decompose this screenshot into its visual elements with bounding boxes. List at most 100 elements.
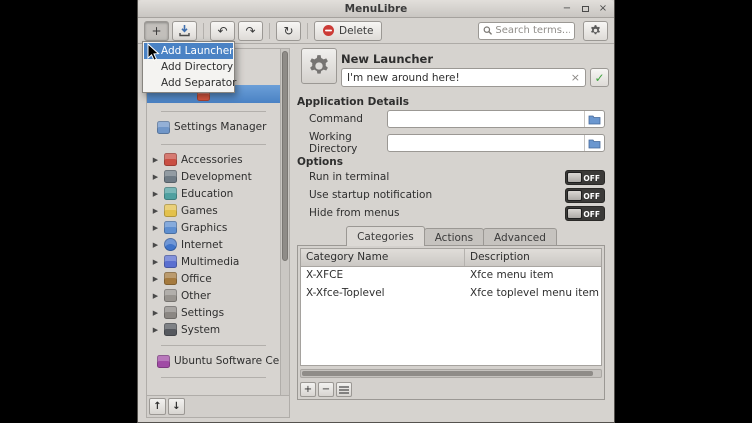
multimedia-icon	[164, 255, 177, 268]
add-category-button[interactable]: +	[300, 382, 316, 397]
sidebar-item-label: Education	[181, 188, 233, 200]
command-row: Command	[309, 110, 605, 128]
sidebar-item-settings-manager[interactable]: Settings Manager	[147, 118, 280, 136]
revert-button[interactable]: ↻	[276, 21, 301, 41]
application-details-header: Application Details	[297, 96, 409, 108]
table-row[interactable]: X-XFCEXfce menu item	[301, 267, 601, 285]
working-directory-entry[interactable]	[387, 134, 605, 152]
sidebar-item-settings[interactable]: ▶Settings	[147, 304, 280, 321]
sidebar-item-label: Settings Manager	[174, 121, 266, 133]
sidebar-item-games[interactable]: ▶Games	[147, 202, 280, 219]
undo-button[interactable]: ↶	[210, 21, 235, 41]
scrollbar-thumb[interactable]	[282, 51, 288, 261]
gear-icon	[589, 24, 602, 37]
expander-icon[interactable]: ▶	[151, 275, 160, 283]
working-directory-label: Working Directory	[309, 131, 387, 155]
search-icon	[483, 25, 492, 36]
menu-item-add-separator[interactable]: Add Separator	[144, 75, 233, 91]
sidebar-item-accessories[interactable]: ▶Accessories	[147, 151, 280, 168]
gear-icon	[306, 53, 332, 79]
delete-button[interactable]: Delete	[314, 21, 382, 41]
sidebar-item-graphics[interactable]: ▶Graphics	[147, 219, 280, 236]
tab-actions[interactable]: Actions	[424, 228, 484, 246]
use-startup-notification-toggle[interactable]: OFF	[565, 188, 605, 203]
browse-directory-button[interactable]	[584, 135, 604, 151]
clear-entry-icon[interactable]: ×	[571, 72, 580, 83]
working-directory-input[interactable]	[392, 137, 584, 149]
move-up-button[interactable]: ↑	[149, 398, 166, 415]
search-box[interactable]	[478, 22, 575, 40]
expander-icon[interactable]: ▶	[151, 156, 160, 164]
add-button[interactable]: +	[144, 21, 169, 41]
scrollbar-thumb[interactable]	[302, 371, 593, 376]
table-row[interactable]: X-Xfce-ToplevelXfce toplevel menu item	[301, 285, 601, 303]
option-row-run-in-terminal: Run in terminalOFF	[309, 168, 605, 186]
sidebar-item-education[interactable]: ▶ Education	[147, 185, 280, 202]
option-label: Use startup notification	[309, 189, 432, 201]
redo-button[interactable]: ↷	[238, 21, 263, 41]
sidebar-item-other[interactable]: ▶ Other	[147, 287, 280, 304]
switch-state-label: OFF	[583, 192, 600, 201]
switch-knob	[567, 172, 582, 183]
table-horizontal-scrollbar[interactable]	[300, 369, 602, 378]
move-down-button[interactable]: ↓	[168, 398, 185, 415]
close-button[interactable]: ×	[596, 2, 610, 15]
name-entry[interactable]: ×	[341, 68, 586, 87]
name-input[interactable]	[347, 72, 571, 84]
tab-advanced[interactable]: Advanced	[483, 228, 557, 246]
sidebar-item-multimedia[interactable]: ▶Multimedia	[147, 253, 280, 270]
search-input[interactable]	[495, 25, 570, 36]
expander-icon[interactable]: ▶	[151, 292, 160, 300]
maximize-button[interactable]	[578, 2, 592, 15]
folder-icon	[588, 114, 601, 125]
remove-category-button[interactable]: −	[318, 382, 334, 397]
expander-icon[interactable]: ▶	[151, 241, 160, 249]
launcher-editor: New Launcher × ✓ Application Details Com…	[293, 46, 609, 418]
minimize-button[interactable]: −	[560, 2, 574, 15]
expander-icon[interactable]: ▶	[151, 207, 160, 215]
switch-state-label: OFF	[583, 174, 600, 183]
expander-icon[interactable]: ▶	[151, 309, 160, 317]
browse-command-button[interactable]	[584, 111, 604, 127]
sidebar-item-label: Other	[181, 290, 211, 302]
plus-icon: +	[304, 384, 312, 395]
column-header-category-name[interactable]: Category Name	[301, 249, 465, 266]
window-controls: − ×	[560, 2, 610, 15]
expander-icon[interactable]: ▶	[151, 173, 160, 181]
sidebar-item-ubuntu-software-center[interactable]: Ubuntu Software Center	[147, 352, 280, 370]
sidebar-item-office[interactable]: ▶Office	[147, 270, 280, 287]
expander-icon[interactable]: ▶	[151, 258, 160, 266]
development-icon	[164, 170, 177, 183]
column-header-description[interactable]: Description	[465, 249, 601, 266]
office-icon	[164, 272, 177, 285]
option-row-use-startup-notification: Use startup notification OFF	[309, 186, 605, 204]
sidebar-item-internet[interactable]: ▶Internet	[147, 236, 280, 253]
run-in-terminal-toggle[interactable]: OFF	[565, 170, 605, 185]
sidebar-separator	[147, 338, 280, 352]
apply-name-button[interactable]: ✓	[590, 68, 609, 87]
hide-from-menus-toggle[interactable]: OFF	[565, 206, 605, 221]
tab-categories[interactable]: Categories	[346, 226, 425, 246]
window-title: MenuLibre	[345, 3, 408, 15]
minimize-icon: −	[563, 4, 571, 14]
titlebar[interactable]: MenuLibre − ×	[138, 0, 614, 18]
command-entry[interactable]	[387, 110, 605, 128]
sidebar-item-system[interactable]: ▶System	[147, 321, 280, 338]
command-input[interactable]	[392, 113, 584, 125]
sidebar-scrollbar[interactable]	[280, 49, 289, 395]
check-icon: ✓	[594, 71, 604, 85]
settings-menu-button[interactable]	[583, 21, 608, 41]
launcher-icon-button[interactable]	[301, 48, 337, 84]
sidebar-category-list: ▶Accessories▶Development▶Education▶Games…	[147, 151, 280, 338]
sidebar-item-development[interactable]: ▶Development	[147, 168, 280, 185]
delete-icon	[322, 24, 335, 37]
expander-icon[interactable]: ▶	[151, 326, 160, 334]
list-icon	[339, 386, 349, 394]
name-row: × ✓	[341, 68, 609, 87]
clear-categories-button[interactable]	[336, 382, 352, 397]
expander-icon[interactable]: ▶	[151, 190, 160, 198]
save-button[interactable]	[172, 21, 197, 41]
launcher-title: New Launcher	[341, 52, 433, 66]
expander-icon[interactable]: ▶	[151, 224, 160, 232]
sidebar-list: Settings Manager ▶Accessories▶Developmen…	[147, 49, 280, 395]
